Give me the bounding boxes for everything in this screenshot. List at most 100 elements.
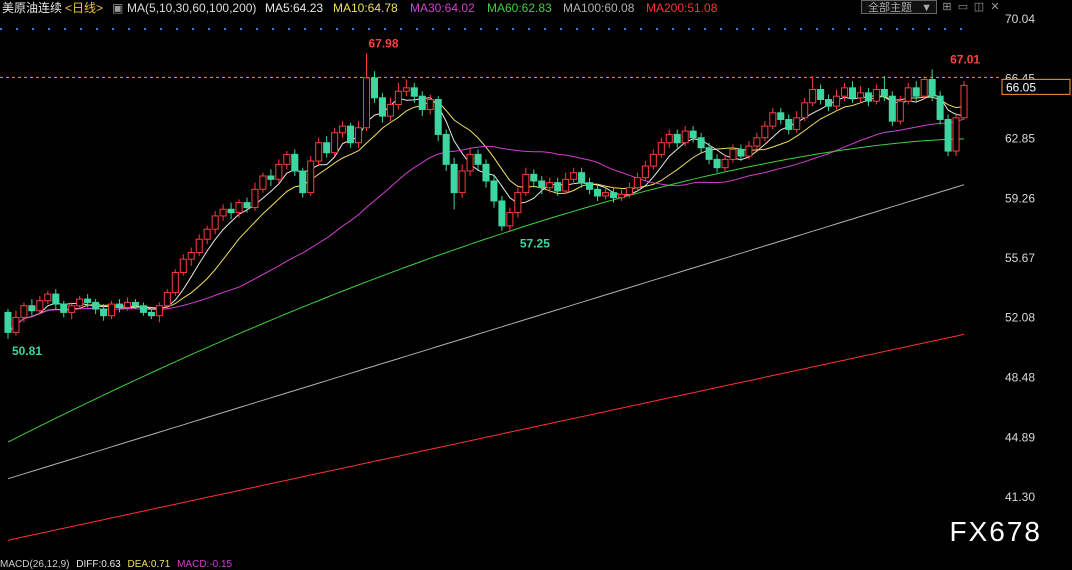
macd-dea: DEA:0.71 bbox=[127, 559, 171, 570]
candle-body bbox=[809, 89, 817, 104]
candle-body bbox=[498, 200, 506, 227]
price-axis-label: 62.85 bbox=[1005, 132, 1035, 146]
candle-body bbox=[673, 133, 681, 144]
candle-body bbox=[171, 271, 179, 293]
price-axis-label: 44.89 bbox=[1005, 430, 1035, 444]
ma10-line bbox=[7, 95, 965, 333]
candle-body bbox=[60, 303, 68, 313]
candle-body bbox=[601, 192, 610, 197]
candle-body bbox=[426, 98, 434, 110]
candle-body bbox=[243, 202, 251, 209]
candle-body bbox=[928, 79, 936, 97]
candle-body bbox=[785, 118, 793, 130]
candle-body bbox=[960, 84, 968, 119]
candle-body bbox=[896, 100, 904, 122]
candle-body bbox=[36, 300, 44, 312]
candle-body bbox=[562, 178, 570, 192]
candle-body bbox=[4, 311, 12, 333]
last-price-label: 66.05 bbox=[1006, 80, 1036, 94]
candle-body bbox=[20, 305, 28, 318]
candle-body bbox=[546, 182, 554, 189]
candle-body bbox=[522, 173, 530, 194]
candle-body bbox=[625, 187, 633, 195]
candle-body bbox=[394, 90, 402, 105]
candle-body bbox=[259, 175, 267, 190]
candle-body bbox=[530, 173, 538, 182]
candle-body bbox=[538, 180, 546, 189]
price-axis-label: 59.26 bbox=[1005, 191, 1035, 205]
candle-body bbox=[554, 182, 562, 192]
candle-body bbox=[155, 305, 163, 317]
candle-body bbox=[131, 301, 139, 307]
candle-body bbox=[753, 137, 761, 147]
candle-body bbox=[880, 89, 888, 97]
ma5-line bbox=[7, 93, 965, 333]
candle-body bbox=[633, 177, 641, 189]
macd-readout: MACD(26,12,9) DIFF:0.63 DEA:0.71 MACD:-0… bbox=[0, 560, 236, 570]
candle-body bbox=[362, 77, 371, 129]
candle-body bbox=[657, 142, 665, 155]
candle-body bbox=[402, 87, 410, 92]
candle-body bbox=[12, 316, 20, 333]
candle-body bbox=[44, 293, 52, 302]
macd-value: MACD:-0.15 bbox=[177, 559, 233, 570]
candle-body bbox=[386, 103, 394, 117]
candle-body bbox=[147, 311, 155, 317]
candle-body bbox=[100, 308, 108, 317]
price-axis-label: 52.08 bbox=[1005, 311, 1035, 325]
candle-body bbox=[761, 125, 769, 139]
candle-body bbox=[458, 170, 466, 194]
candle-body bbox=[108, 303, 116, 317]
extreme-label: 57.25 bbox=[520, 237, 550, 251]
macd-params: MACD(26,12,9) bbox=[0, 559, 70, 570]
candle-body bbox=[713, 158, 721, 169]
candle-body bbox=[418, 95, 426, 110]
candle-body bbox=[689, 130, 697, 139]
candle-body bbox=[482, 163, 490, 182]
ma200-line bbox=[7, 333, 965, 541]
candle-body bbox=[721, 158, 729, 169]
watermark: FX678 bbox=[949, 516, 1042, 547]
candle-body bbox=[594, 188, 602, 197]
candle-body bbox=[195, 238, 203, 254]
candle-body bbox=[283, 153, 291, 165]
price-chart[interactable]: 70.0466.4562.8559.2655.6752.0848.4844.89… bbox=[0, 0, 1072, 568]
candle-body bbox=[586, 182, 594, 190]
candle-body bbox=[370, 77, 378, 99]
candle-body bbox=[267, 175, 275, 180]
candle-body bbox=[514, 192, 522, 214]
candle-body bbox=[817, 89, 825, 100]
candle-body bbox=[315, 142, 323, 162]
ma100-line bbox=[7, 184, 965, 480]
price-axis-label: 41.30 bbox=[1005, 490, 1035, 504]
ma30-line bbox=[7, 118, 965, 333]
extreme-label: 50.81 bbox=[12, 344, 42, 358]
candle-body bbox=[275, 163, 283, 180]
candle-body bbox=[235, 202, 243, 214]
candle-body bbox=[76, 298, 84, 307]
candle-body bbox=[84, 298, 92, 303]
candle-body bbox=[872, 89, 880, 102]
candle-body bbox=[848, 87, 857, 99]
candle-body bbox=[219, 208, 227, 217]
candle-body bbox=[466, 153, 474, 172]
candle-body bbox=[665, 133, 673, 144]
macd-diff: DIFF:0.63 bbox=[76, 559, 121, 570]
candle-body bbox=[378, 97, 386, 117]
candle-body bbox=[793, 117, 801, 130]
candle-body bbox=[331, 132, 339, 154]
candle-body bbox=[434, 98, 442, 135]
candle-body bbox=[570, 172, 578, 180]
candle-body bbox=[617, 193, 625, 199]
price-axis-label: 48.48 bbox=[1005, 371, 1035, 385]
candle-body bbox=[904, 87, 912, 102]
candle-body bbox=[307, 160, 315, 194]
candle-body bbox=[888, 95, 896, 122]
extreme-label: 67.98 bbox=[368, 36, 398, 50]
candle-body bbox=[139, 305, 147, 313]
candle-body bbox=[649, 153, 657, 167]
candle-body bbox=[697, 137, 705, 149]
candle-body bbox=[92, 301, 100, 310]
candle-body bbox=[920, 79, 928, 97]
candle-body bbox=[641, 165, 649, 179]
